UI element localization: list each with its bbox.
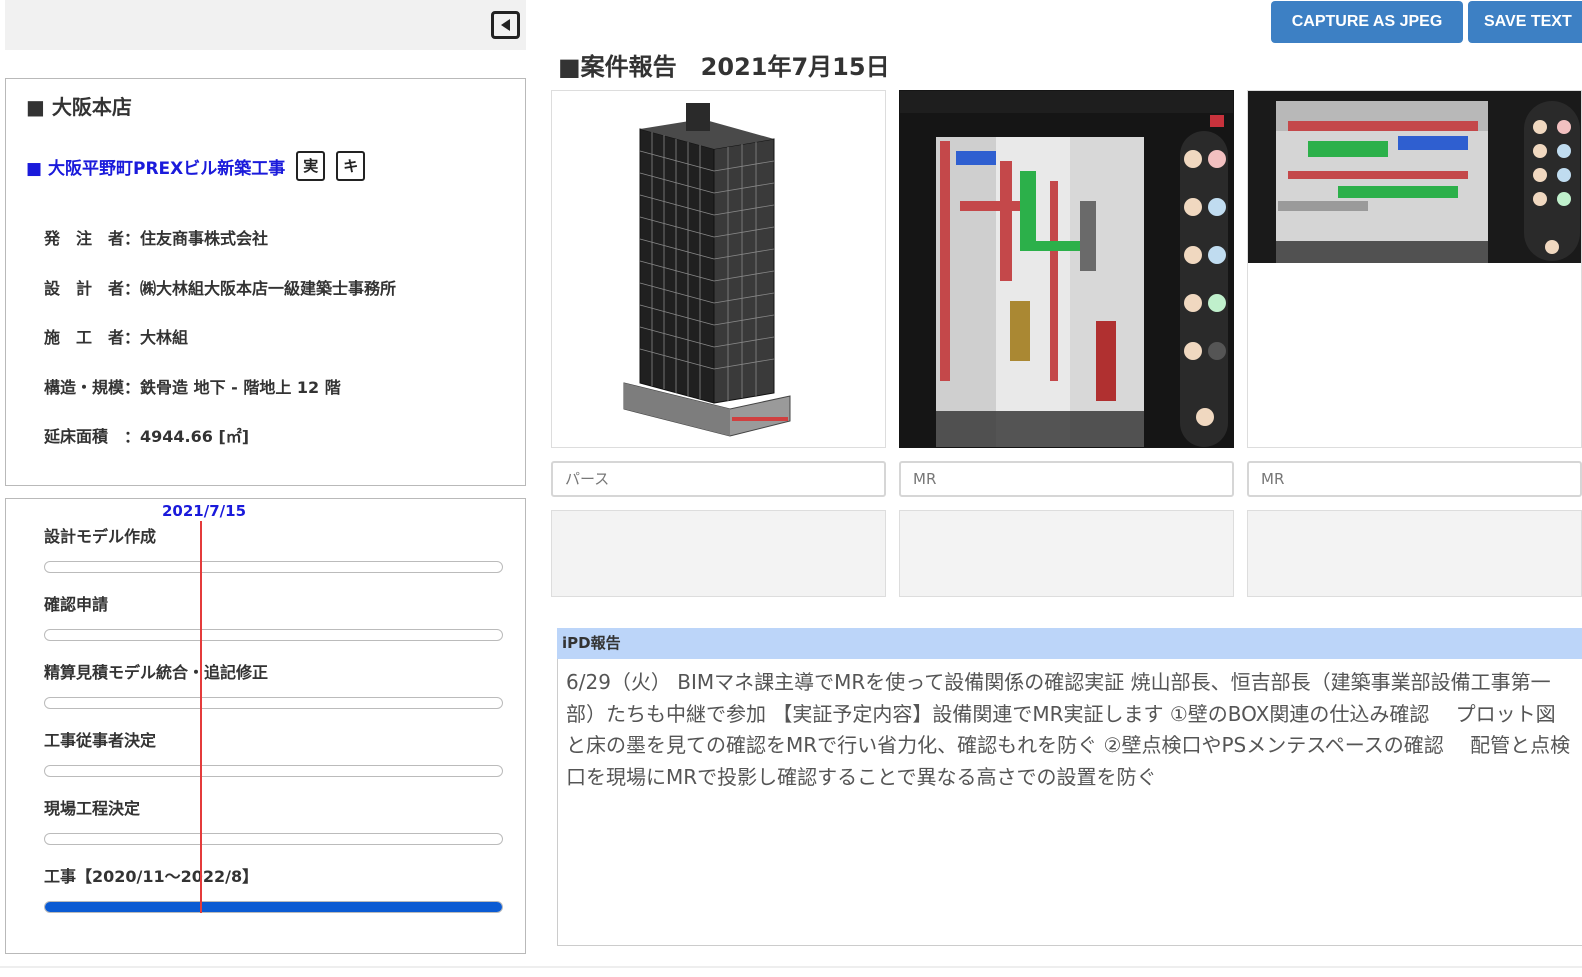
date-marker-label: 2021/7/15 [162,502,247,520]
ipd-report-textarea[interactable]: 6/29（火） BIMマネ課主導でMRを使って設備関係の確認実証 焼山部長、恒吉… [557,659,1582,946]
project-row: ■ 大阪平野町PREXビル新築工事 実 キ [26,151,366,181]
task-label: 精算見積モデル統合・追記修正 [44,663,269,682]
task-label: 設計モデル作成 [44,527,157,546]
perspective-image[interactable] [551,90,886,448]
ipd-report-text: 6/29（火） BIMマネ課主導でMRを使って設備関係の確認実証 焼山部長、恒吉… [566,670,1571,789]
date-marker-line [200,521,202,913]
ipd-report-header: iPD報告 [557,628,1582,659]
schedule-panel: 2021/7/15 設計モデル作成 確認申請 精算見積モデル統合・追記修正 工事… [5,498,526,954]
branch-title: ■ 大阪本店 [26,95,132,119]
capture-jpeg-button[interactable]: CAPTURE AS JPEG [1271,1,1463,43]
floor-area-row: 延床面積 ：4944.66 [㎡] [44,427,250,446]
task-progress-bar [44,561,503,573]
task-label: 確認申請 [44,595,109,614]
image-note-textarea[interactable] [899,510,1234,597]
collapse-left-icon [501,19,510,31]
image-caption-input[interactable]: パース [551,461,886,497]
task-progress-fill [45,902,502,912]
task-label: 工事【2020/11～2022/8】 [44,867,259,886]
task-progress-bar [44,697,503,709]
mr-screenshot-2[interactable] [1247,90,1582,448]
contractor-row: 施 工 者：大林組 [44,328,189,347]
project-title-link[interactable]: ■ 大阪平野町PREXビル新築工事 [26,154,285,179]
task-item: 工事【2020/11～2022/8】 [44,863,503,913]
project-info-panel: ■ 大阪本店 ■ 大阪平野町PREXビル新築工事 実 キ 発 注 者：住友商事株… [5,78,526,486]
project-details: 発 注 者：住友商事株式会社 設 計 者：㈱大林組大阪本店一級建築士事務所 施 … [44,225,396,473]
image-note-textarea[interactable] [1247,510,1582,597]
report-title: ■案件報告 2021年7月15日 [558,53,890,81]
task-progress-bar [44,765,503,777]
bottom-divider [0,966,1582,968]
tag-ki-button[interactable]: キ [336,151,366,181]
structure-row: 構造・規模：鉄骨造 地下 - 階地上 12 階 [44,377,341,397]
save-text-button[interactable]: SAVE TEXT [1468,1,1582,43]
task-progress-bar [44,901,503,913]
task-label: 現場工程決定 [44,799,141,818]
task-progress-bar [44,629,503,641]
collapse-panel-button[interactable] [491,11,520,39]
designer-row: 設 計 者：㈱大林組大阪本店一級建築士事務所 [44,278,397,298]
task-item: 工事従事者決定 [44,727,503,777]
left-header-bar [5,0,526,50]
mr-screenshot-1[interactable] [899,90,1234,448]
task-progress-bar [44,833,503,845]
task-item: 設計モデル作成 [44,523,503,573]
task-item: 精算見積モデル統合・追記修正 [44,659,503,709]
image-caption-input[interactable]: MR [1247,461,1582,497]
task-item: 確認申請 [44,591,503,641]
image-note-textarea[interactable] [551,510,886,597]
task-item: 現場工程決定 [44,795,503,845]
tag-jitsu-button[interactable]: 実 [296,151,326,181]
task-label: 工事従事者決定 [44,731,157,750]
image-caption-input[interactable]: MR [899,461,1234,497]
client-row: 発 注 者：住友商事株式会社 [44,229,269,248]
